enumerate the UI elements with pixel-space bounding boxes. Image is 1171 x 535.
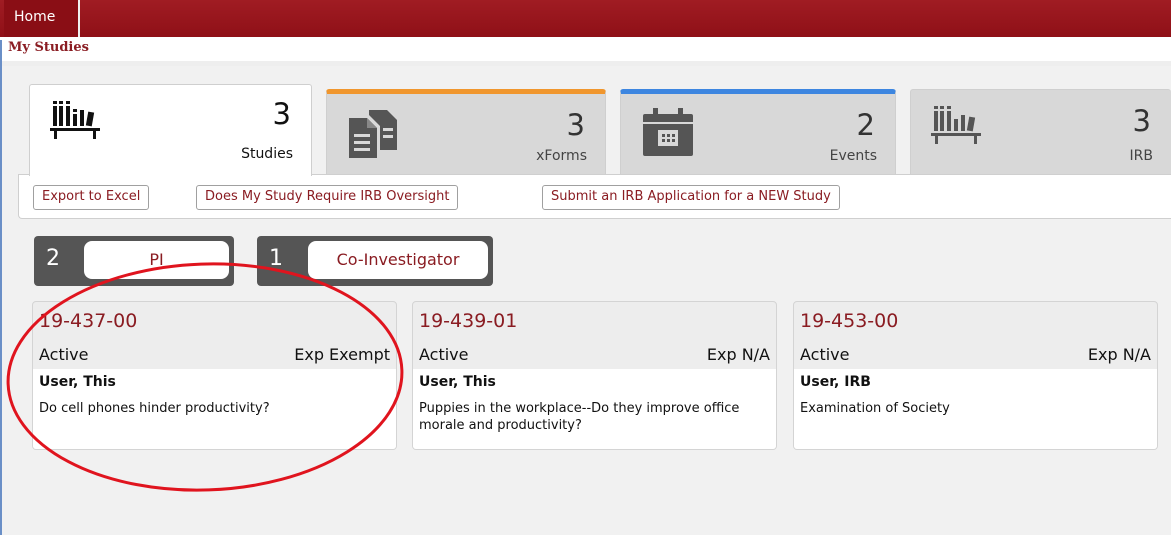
study-status: Active [419,345,469,364]
study-expiration: Exp Exempt [294,345,390,364]
irb-oversight-button[interactable]: Does My Study Require IRB Oversight [196,185,459,210]
study-card-body: User, IRB Examination of Society [794,369,1157,449]
role-filter-pi[interactable]: 2 PI [34,236,234,286]
study-title: Do cell phones hinder productivity? [39,401,270,416]
pi-count: 2 [46,246,60,271]
study-expiration: Exp N/A [1087,345,1151,364]
submit-irb-application-button[interactable]: Submit an IRB Application for a NEW Stud… [542,185,840,210]
study-status: Active [800,345,850,364]
tab-irb[interactable]: 3 IRB [910,89,1171,174]
action-bar: Export to Excel Does My Study Require IR… [18,174,1171,219]
page-title: My Studies [8,40,89,55]
tab-events[interactable]: 2 Events [620,89,896,174]
study-pi: User, IRB [800,374,871,390]
export-to-excel-button[interactable]: Export to Excel [33,185,150,210]
events-count: 2 [856,108,875,142]
calendar-icon [641,108,697,162]
top-nav-bar: Home [0,0,1171,37]
study-card-body: User, This Do cell phones hinder product… [33,369,396,449]
study-card[interactable]: 19-439-01 Active Exp N/A User, This Pupp… [412,301,777,450]
study-card[interactable]: 19-453-00 Active Exp N/A User, IRB Exami… [793,301,1158,450]
events-label: Events [829,148,877,164]
home-tab[interactable]: Home [4,0,80,37]
study-pi: User, This [39,374,116,390]
bookshelf-icon [50,99,108,153]
co-investigator-label: Co-Investigator [308,241,488,279]
xforms-label: xForms [536,148,587,164]
study-id[interactable]: 19-437-00 [39,310,137,332]
document-icon [347,108,403,164]
irb-count: 3 [1132,104,1151,138]
studies-label: Studies [241,146,293,162]
study-id[interactable]: 19-453-00 [800,310,898,332]
study-pi: User, This [419,374,496,390]
study-id[interactable]: 19-439-01 [419,310,517,332]
co-investigator-count: 1 [269,246,283,271]
study-expiration: Exp N/A [706,345,770,364]
bookshelf-icon [931,104,989,158]
study-title: Puppies in the workplace--Do they improv… [419,401,740,433]
study-status: Active [39,345,89,364]
studies-count: 3 [272,97,291,131]
xforms-count: 3 [566,108,585,142]
irb-label: IRB [1129,148,1153,164]
role-filter-co-investigator[interactable]: 1 Co-Investigator [257,236,493,286]
study-card-body: User, This Puppies in the workplace--Do … [413,369,776,449]
study-title: Examination of Society [800,401,950,416]
tab-studies[interactable]: 3 Studies [29,84,312,176]
pi-label: PI [84,241,229,279]
study-card[interactable]: 19-437-00 Active Exp Exempt User, This D… [32,301,397,450]
tab-xforms[interactable]: 3 xForms [326,89,606,174]
